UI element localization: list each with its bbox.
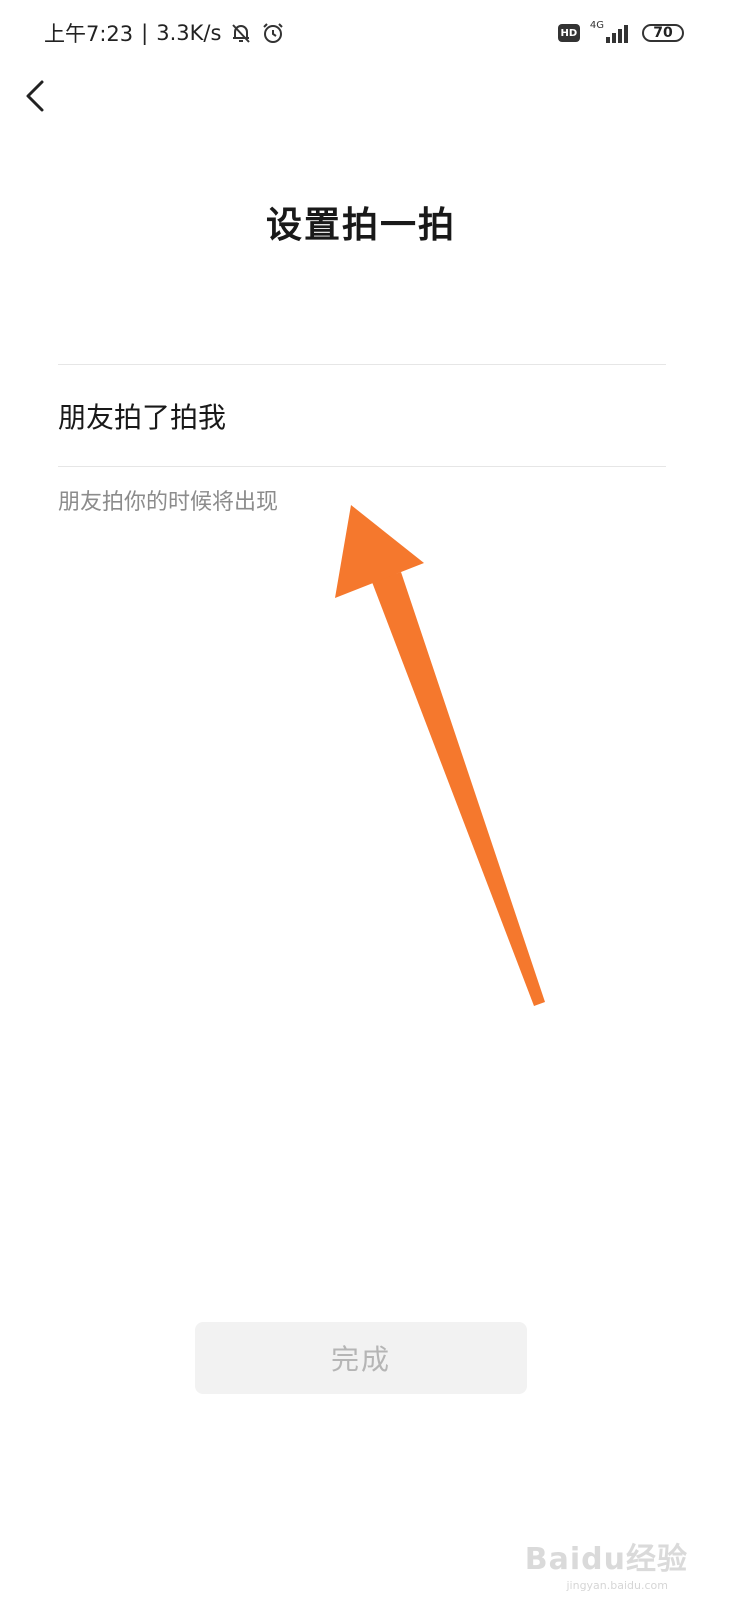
back-button[interactable]	[18, 72, 58, 120]
page-title: 设置拍一拍	[265, 205, 456, 246]
watermark-url: jingyan.baidu.com	[566, 1579, 668, 1592]
status-left: 上午7:23 | 3.3K/s	[44, 18, 285, 48]
bell-muted-icon	[232, 24, 251, 43]
hint-text: 朋友拍你的时候将出现	[58, 490, 279, 515]
alarm-icon	[263, 23, 284, 43]
chevron-left-icon	[26, 80, 44, 112]
battery-icon: 70	[642, 24, 684, 42]
status-net-speed: 3.3K/s	[156, 21, 222, 45]
divider	[58, 364, 666, 365]
hd-icon: HD	[557, 24, 580, 42]
arrow-shaft	[372, 572, 545, 1006]
status-right: HD 4G 70	[557, 18, 684, 48]
pat-text-input[interactable]: 朋友拍了拍我	[58, 392, 666, 444]
status-separator: |	[141, 21, 149, 45]
network-type: 4G	[589, 19, 604, 31]
divider	[58, 466, 666, 467]
arrow-head	[335, 505, 424, 598]
watermark-logo: Baidu经验	[524, 1542, 688, 1577]
done-button[interactable]: 完成	[195, 1322, 527, 1394]
signal-icon	[606, 25, 628, 43]
status-bar: 上午7:23 | 3.3K/s HD 4G 70	[0, 0, 738, 66]
baidu-watermark: Baidu经验 jingyan.baidu.com	[524, 1534, 688, 1592]
status-time: 上午7:23	[44, 22, 134, 46]
